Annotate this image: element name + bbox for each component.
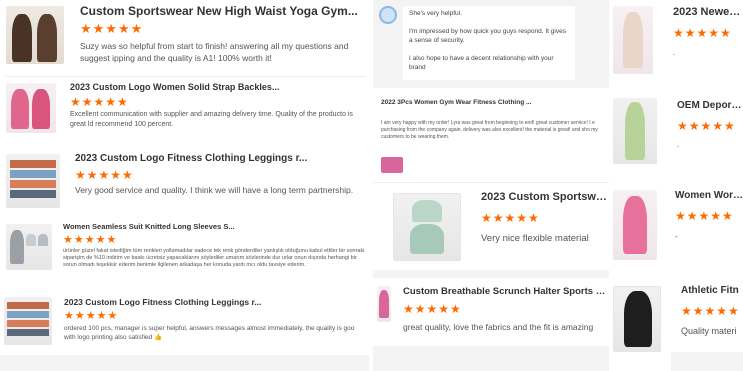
footer-shade	[373, 346, 609, 371]
divider	[373, 182, 609, 183]
product-thumbnail[interactable]	[6, 154, 60, 208]
avatar	[379, 6, 397, 24]
product-thumbnail[interactable]	[613, 6, 653, 74]
right-review-panel: 2023 Newest W ★★★★★ . OEM Deport L ★★★★★…	[611, 0, 743, 371]
product-title[interactable]: 2023 Newest W	[673, 6, 743, 18]
footer-shade	[0, 355, 369, 371]
review-photo[interactable]	[381, 157, 403, 173]
product-title[interactable]: Custom Breathable Scrunch Halter Sports …	[403, 286, 608, 297]
product-title[interactable]: OEM Deport L	[677, 100, 743, 111]
rating-stars: ★★★★★	[403, 302, 462, 316]
review-card: Women Seamless Suit Knitted Long Sleeves…	[0, 218, 369, 288]
rating-stars: ★★★★★	[681, 304, 740, 318]
product-title[interactable]: 2022 3Pcs Women Gym Wear Fitness Clothin…	[381, 99, 601, 106]
review-text: I am very happy with my order! Lyra was …	[381, 120, 598, 140]
review-text: ürünler güzel fakat istediğim tüm renkle…	[63, 248, 365, 269]
product-title[interactable]: 2023 Custom Sportswear	[481, 191, 609, 203]
product-thumbnail[interactable]	[613, 190, 657, 260]
product-thumbnail[interactable]	[613, 286, 661, 352]
product-title[interactable]: 2023 Custom Logo Fitness Clothing Leggin…	[75, 153, 360, 164]
review-text: great quality, love the fabrics and the …	[403, 322, 594, 332]
review-text: Very good service and quality. I think w…	[75, 185, 354, 197]
rating-stars: ★★★★★	[481, 211, 540, 225]
review-card: Custom Sportswear New High Waist Yoga Gy…	[0, 0, 369, 76]
review-text: .	[673, 48, 676, 57]
product-title[interactable]: 2023 Custom Logo Women Solid Strap Backl…	[70, 82, 360, 92]
product-thumbnail[interactable]	[4, 297, 52, 345]
review-text: Suzy was so helpful from start to finish…	[80, 41, 349, 63]
review-card: 2023 Custom Logo Fitness Clothing Leggin…	[0, 148, 369, 214]
product-thumbnail[interactable]	[613, 98, 657, 164]
review-text: Excellent communication with supplier an…	[70, 111, 353, 128]
product-title[interactable]: 2023 Custom Logo Fitness Clothing Leggin…	[64, 297, 359, 307]
product-title[interactable]: Women Seamless Suit Knitted Long Sleeves…	[63, 222, 358, 231]
rating-stars: ★★★★★	[675, 209, 734, 223]
review-text: Quality materi	[681, 326, 737, 336]
product-title[interactable]: Athletic Fitn	[681, 285, 743, 296]
rating-stars: ★★★★★	[677, 119, 736, 133]
section-gap	[373, 270, 609, 278]
review-text: .	[677, 140, 680, 149]
review-text: Very nice flexible material	[481, 233, 589, 244]
rating-stars: ★★★★★	[64, 310, 119, 322]
rating-stars: ★★★★★	[63, 234, 118, 246]
review-text: ordered 100 pcs, manager is super helpfu…	[64, 325, 355, 341]
review-text: -	[675, 232, 678, 241]
divider	[6, 76, 366, 77]
footer-shade	[671, 352, 743, 371]
review-card: 2023 Custom Logo Fitness Clothing Leggin…	[0, 292, 369, 352]
review-card: 2023 Custom Logo Women Solid Strap Backl…	[0, 78, 369, 148]
product-thumbnail[interactable]	[6, 224, 52, 270]
rating-stars: ★★★★★	[75, 168, 134, 182]
rating-stars: ★★★★★	[70, 95, 129, 109]
product-thumbnail[interactable]	[6, 83, 56, 133]
product-thumbnail[interactable]	[377, 286, 391, 322]
product-title[interactable]: Custom Sportswear New High Waist Yoga Gy…	[80, 4, 360, 18]
rating-stars: ★★★★★	[80, 21, 144, 36]
middle-review-panel: She's very helpful. I'm impressed by how…	[373, 0, 609, 371]
product-thumbnail[interactable]	[6, 6, 64, 64]
rating-stars: ★★★★★	[673, 26, 732, 40]
left-review-panel: Custom Sportswear New High Waist Yoga Gy…	[0, 0, 369, 371]
chat-review-text: She's very helpful. I'm impressed by how…	[403, 6, 575, 80]
product-thumbnail[interactable]	[393, 193, 461, 261]
product-title[interactable]: Women Worko	[675, 190, 743, 201]
